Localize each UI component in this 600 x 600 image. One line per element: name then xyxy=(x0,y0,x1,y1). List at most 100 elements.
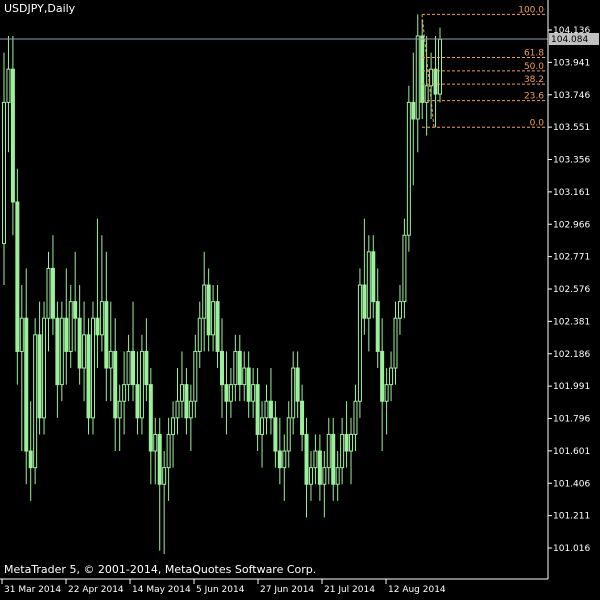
fibo-level-label: 0.0 xyxy=(530,118,545,128)
candle-body xyxy=(233,350,238,386)
candle xyxy=(90,301,95,435)
candle-body xyxy=(415,35,420,120)
candle-body xyxy=(82,334,87,369)
candle-body xyxy=(264,400,269,419)
copyright-text: MetaTrader 5, © 2001-2014, MetaQuotes So… xyxy=(4,563,317,576)
candle-body xyxy=(95,317,100,336)
candle-body xyxy=(211,301,216,336)
candle xyxy=(42,301,47,435)
candle-body xyxy=(64,317,69,352)
candle-body xyxy=(260,417,265,435)
candle-body xyxy=(335,467,340,485)
candle-body xyxy=(171,417,176,435)
candle-body xyxy=(135,384,140,419)
current-price-label: 104.084 xyxy=(551,35,588,45)
candle-body xyxy=(108,350,113,369)
candle-body xyxy=(77,317,82,369)
candle-body xyxy=(157,433,162,485)
candle-body xyxy=(340,433,345,469)
candle-body xyxy=(295,367,300,402)
price-tick-label: 102.576 xyxy=(553,285,590,295)
candle-body xyxy=(148,384,153,452)
price-tick-label: 102.186 xyxy=(553,350,590,360)
candle-body xyxy=(433,68,438,95)
candle-body xyxy=(37,334,42,419)
candle-body xyxy=(206,284,211,336)
candle-body xyxy=(420,35,425,103)
candle-body xyxy=(50,267,55,319)
candle-body xyxy=(46,267,51,319)
candle-body xyxy=(300,400,305,435)
candle-body xyxy=(362,284,367,319)
price-tick-label: 103.746 xyxy=(553,91,590,101)
price-tick-label: 103.551 xyxy=(553,123,590,133)
price-tick-label: 101.991 xyxy=(553,382,590,392)
time-tick-label: 22 Apr 2014 xyxy=(68,585,124,595)
candle-body xyxy=(19,317,24,352)
candle-body xyxy=(179,384,184,402)
candle-body xyxy=(10,68,15,203)
price-tick-label: 101.796 xyxy=(553,415,590,425)
fibo-level-label: 23.6 xyxy=(524,92,544,102)
candle-body xyxy=(438,38,442,95)
candle-body xyxy=(349,433,354,452)
candle-body xyxy=(406,101,411,236)
candle-body xyxy=(424,85,429,103)
time-tick-label: 5 Jun 2014 xyxy=(196,585,245,595)
candle-body xyxy=(308,467,313,485)
candle-body xyxy=(175,400,180,419)
fibo-level-label: 61.8 xyxy=(524,49,544,59)
candle-body xyxy=(317,450,322,485)
candle-body xyxy=(193,350,198,402)
time-tick-label: 12 Aug 2014 xyxy=(388,585,446,595)
candle-body xyxy=(86,334,91,419)
candle-body xyxy=(73,301,78,319)
candle-body xyxy=(42,317,47,419)
candle-body xyxy=(380,350,385,402)
candle xyxy=(357,268,362,418)
candle-body xyxy=(15,201,20,352)
candle-body xyxy=(2,101,6,245)
candle-body xyxy=(344,433,349,452)
price-tick-label: 102.771 xyxy=(553,253,590,263)
candle-body xyxy=(139,350,144,419)
time-tick-label: 14 May 2014 xyxy=(132,585,191,595)
candle-body xyxy=(90,317,95,419)
candle-body xyxy=(202,284,207,319)
candle-body xyxy=(228,384,233,402)
candle-body xyxy=(326,433,331,469)
candle-body xyxy=(353,400,358,435)
candle-body xyxy=(104,301,109,369)
candle-body xyxy=(331,433,336,485)
fibo-level-label: 100.0 xyxy=(518,5,544,15)
candle-body xyxy=(322,467,327,485)
time-tick-label: 21 Jul 2014 xyxy=(324,585,375,595)
fibo-level-label: 50.0 xyxy=(524,62,544,72)
candle-body xyxy=(166,433,171,469)
candle-body xyxy=(282,450,287,469)
candle-body xyxy=(277,450,282,469)
candle-body xyxy=(246,367,251,402)
price-chart[interactable]: 100.061.850.038.223.60.0 104.136103.9411… xyxy=(0,0,600,600)
candle-body xyxy=(33,334,38,469)
candle-body xyxy=(99,301,104,336)
candle-body xyxy=(375,301,380,352)
candle-body xyxy=(384,384,389,402)
candle-body xyxy=(117,400,122,419)
symbol-label: USDJPY,Daily xyxy=(4,2,76,15)
candle-body xyxy=(113,350,118,419)
candle-body xyxy=(162,467,167,485)
candle-body xyxy=(24,317,29,452)
candle-body xyxy=(131,350,136,386)
price-tick-label: 101.016 xyxy=(553,544,590,554)
fibo-level-label: 38.2 xyxy=(524,75,544,85)
candle-body xyxy=(371,251,376,303)
candle-body xyxy=(224,384,229,402)
price-tick-label: 103.356 xyxy=(553,156,590,166)
price-tick-label: 102.966 xyxy=(553,220,590,230)
candle-body xyxy=(402,234,407,303)
candle-body xyxy=(122,384,127,402)
candle-body xyxy=(197,317,202,352)
candle-body xyxy=(68,301,73,352)
candle xyxy=(86,318,91,435)
